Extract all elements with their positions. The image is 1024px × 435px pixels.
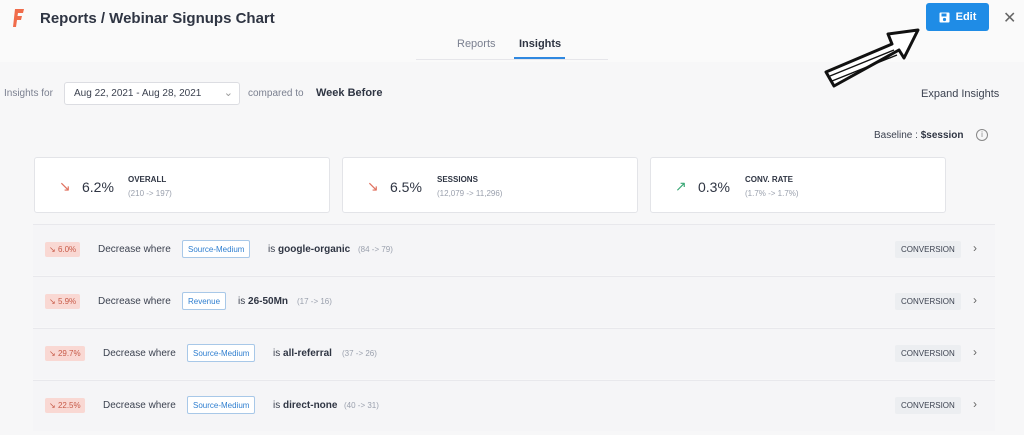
expand-insights-link[interactable]: Expand Insights: [921, 88, 999, 100]
metric-range: (210 -> 197): [128, 189, 172, 198]
insight-type-badge: CONVERSION: [895, 345, 961, 362]
insight-type-badge: CONVERSION: [895, 293, 961, 310]
insight-counts: (84 -> 79): [358, 245, 393, 254]
insight-text: Decrease where: [103, 348, 176, 359]
metric-value: 0.3%: [698, 179, 730, 195]
insight-counts: (40 -> 31): [344, 401, 379, 410]
tab-insights[interactable]: Insights: [519, 38, 561, 50]
chevron-right-icon[interactable]: ›: [973, 397, 977, 411]
property-tag: Source-Medium: [182, 240, 251, 258]
active-tab-indicator: [514, 57, 565, 59]
date-range-value: Aug 22, 2021 - Aug 28, 2021: [74, 88, 202, 99]
insight-row[interactable]: ↘ 22.5% Decrease where Source-Medium is …: [33, 380, 995, 431]
baseline: Baseline : $session: [874, 130, 964, 141]
chevron-right-icon[interactable]: ›: [973, 345, 977, 359]
tab-bar: Reports Insights: [416, 32, 608, 60]
metric-name: SESSIONS: [437, 175, 478, 184]
insight-row[interactable]: ↘ 29.7% Decrease where Source-Medium is …: [33, 328, 995, 379]
chevron-right-icon[interactable]: ›: [973, 293, 977, 307]
metric-value: 6.2%: [82, 179, 114, 195]
baseline-value: $session: [920, 130, 964, 141]
baseline-label: Baseline :: [874, 130, 918, 141]
insight-counts: (17 -> 16): [297, 297, 332, 306]
metric-card-sessions: ↘ 6.5% SESSIONS (12,079 -> 11,296): [342, 157, 638, 213]
app-logo-icon: [13, 9, 24, 27]
insight-text: Decrease where: [98, 296, 171, 307]
insight-text: Decrease where: [103, 400, 176, 411]
info-icon[interactable]: i: [976, 129, 988, 141]
insight-type-badge: CONVERSION: [895, 241, 961, 258]
metric-name: CONV. RATE: [745, 175, 794, 184]
chevron-right-icon[interactable]: ›: [973, 241, 977, 255]
edit-button-label: Edit: [955, 11, 977, 23]
close-icon[interactable]: ✕: [1003, 8, 1016, 28]
metric-range: (1.7% -> 1.7%): [745, 189, 799, 198]
insight-row[interactable]: ↘ 5.9% Decrease where Revenue is 26-50Mn…: [33, 276, 995, 327]
edit-button[interactable]: Edit: [926, 3, 989, 31]
decrease-badge: ↘ 6.0%: [45, 242, 81, 257]
property-tag: Source-Medium: [187, 344, 256, 362]
decrease-badge: ↘ 29.7%: [45, 346, 85, 361]
compared-period-select[interactable]: Week Before: [316, 87, 382, 99]
page-title: Reports / Webinar Signups Chart: [40, 10, 275, 27]
date-range-select[interactable]: Aug 22, 2021 - Aug 28, 2021 ⌄: [64, 82, 240, 105]
decrease-badge: ↘ 22.5%: [45, 398, 85, 413]
insight-condition: is google-organic: [268, 244, 351, 255]
insight-condition: is all-referral: [273, 348, 332, 359]
trend-down-icon: ↘: [59, 178, 71, 194]
insight-type-badge: CONVERSION: [895, 397, 961, 414]
metric-card-conv-rate: ↗ 0.3% CONV. RATE (1.7% -> 1.7%): [650, 157, 946, 213]
metric-range: (12,079 -> 11,296): [437, 189, 503, 198]
insight-condition: is direct-none: [273, 400, 338, 411]
insight-row[interactable]: ↘ 6.0% Decrease where Source-Medium is g…: [33, 224, 995, 275]
trend-down-icon: ↘: [367, 178, 379, 194]
trend-up-icon: ↗: [675, 178, 687, 194]
decrease-badge: ↘ 5.9%: [45, 294, 81, 309]
property-tag: Revenue: [182, 292, 227, 310]
metric-card-overall: ↘ 6.2% OVERALL (210 -> 197): [34, 157, 330, 213]
insight-counts: (37 -> 26): [342, 349, 377, 358]
save-icon: [939, 12, 950, 22]
tab-reports[interactable]: Reports: [457, 38, 496, 50]
annotation-arrow-icon: [824, 28, 920, 88]
chevron-down-icon: ⌄: [223, 87, 233, 99]
metric-name: OVERALL: [128, 175, 167, 184]
property-tag: Source-Medium: [187, 396, 256, 414]
compared-to-label: compared to: [248, 88, 304, 99]
insight-text: Decrease where: [98, 244, 171, 255]
insight-condition: is 26-50Mn: [238, 296, 289, 307]
insights-for-label: Insights for: [4, 88, 53, 99]
metric-value: 6.5%: [390, 179, 422, 195]
